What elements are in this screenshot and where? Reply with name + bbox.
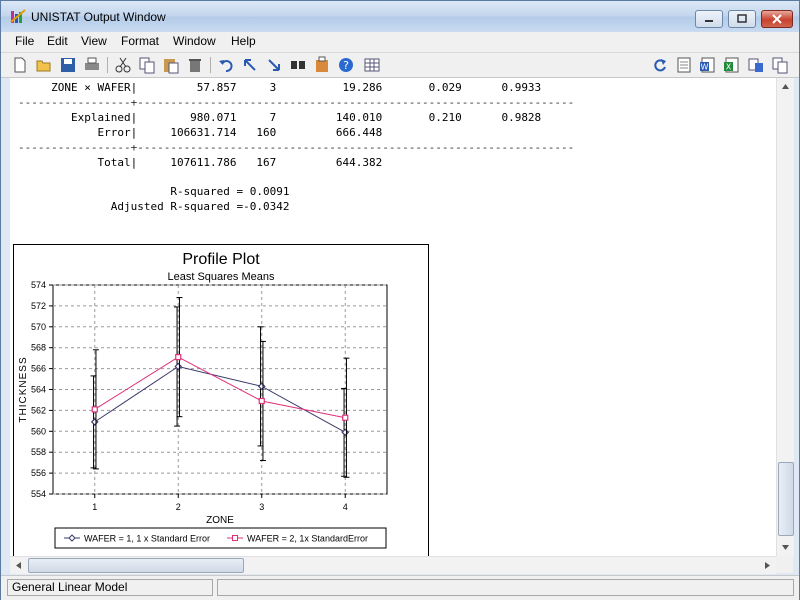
data-point — [91, 406, 98, 413]
scroll-down-icon[interactable] — [777, 539, 794, 556]
export-icon[interactable] — [747, 56, 765, 74]
minimize-icon — [705, 20, 713, 22]
toolbar: ? W X — [1, 53, 799, 78]
data-point — [258, 397, 265, 405]
x-tick-label: 3 — [259, 502, 264, 512]
help-icon[interactable]: ? — [337, 56, 355, 74]
scroll-corner — [776, 556, 793, 573]
r-squared: R-squared = 0.0091 — [18, 185, 290, 198]
chart-subtitle: Least Squares Means — [167, 271, 275, 283]
toolbar-separator — [107, 57, 108, 73]
status-procedure: General Linear Model — [7, 579, 213, 596]
y-tick-label: 562 — [31, 405, 46, 415]
svg-text:W: W — [701, 63, 709, 72]
print-icon[interactable] — [83, 56, 101, 74]
adjusted-r-squared: Adjusted R-squared =-0.0342 — [18, 200, 290, 213]
x-tick-label: 2 — [176, 502, 181, 512]
scroll-right-icon[interactable] — [759, 557, 776, 574]
chart-title: Profile Plot — [182, 251, 260, 268]
x-tick-label: 1 — [92, 502, 97, 512]
output-separator: -----------------+----------------------… — [18, 141, 575, 154]
output-pane[interactable]: ZONE × WAFER| 57.857 3 19.286 0.029 0.99… — [10, 78, 776, 556]
menu-bar: File Edit View Format Window Help — [1, 32, 799, 53]
svg-text:?: ? — [343, 59, 349, 72]
menu-help[interactable]: Help — [231, 34, 256, 48]
y-tick-label: 570 — [31, 322, 46, 332]
status-panel-empty — [217, 579, 794, 596]
output-line-total: Total| 107611.786 167 644.382 — [18, 156, 383, 169]
menu-format[interactable]: Format — [121, 34, 159, 48]
legend-label: WAFER = 2, 1x StandardError — [247, 534, 368, 544]
x-axis-label: ZONE — [206, 515, 234, 526]
word-icon[interactable]: W — [699, 56, 717, 74]
maximize-button[interactable] — [728, 10, 756, 28]
y-tick-label: 574 — [31, 280, 46, 290]
y-tick-label: 558 — [31, 447, 46, 457]
y-tick-label: 566 — [31, 364, 46, 374]
y-axis-label: THICKNESS — [18, 356, 29, 422]
copy-icon[interactable] — [138, 56, 156, 74]
legend-label: WAFER = 1, 1 x Standard Error — [84, 534, 210, 544]
scroll-left-icon[interactable] — [10, 557, 27, 574]
copy-all-icon[interactable] — [771, 56, 789, 74]
profile-plot-svg: Profile Plot Least Squares Means 554 556 558… — [18, 251, 388, 549]
y-tick-label: 568 — [31, 343, 46, 353]
scroll-up-icon[interactable] — [777, 78, 794, 95]
y-tick-label: 554 — [31, 489, 46, 499]
window-title: UNISTAT Output Window — [31, 10, 166, 24]
y-tick-label: 564 — [31, 385, 46, 395]
excel-icon[interactable]: X — [723, 56, 741, 74]
menu-view[interactable]: View — [81, 34, 107, 48]
open-icon[interactable] — [35, 56, 53, 74]
menu-file[interactable]: File — [15, 34, 34, 48]
horizontal-scrollbar[interactable] — [10, 556, 776, 574]
y-tick-label: 556 — [31, 468, 46, 478]
undo-icon[interactable] — [217, 56, 235, 74]
go-top-icon[interactable] — [241, 56, 259, 74]
close-icon — [772, 14, 782, 24]
x-tick-label: 4 — [343, 502, 348, 512]
output-line-explained: Explained| 980.071 7 140.010 0.210 0.982… — [18, 111, 542, 124]
minimize-button[interactable] — [695, 10, 723, 28]
refresh-icon[interactable] — [651, 56, 669, 74]
toolbar-separator — [210, 57, 211, 73]
menu-edit[interactable]: Edit — [47, 34, 68, 48]
properties-icon[interactable] — [313, 56, 331, 74]
paste-icon[interactable] — [162, 56, 180, 74]
delete-icon[interactable] — [186, 56, 204, 74]
cut-icon[interactable] — [114, 56, 132, 74]
svg-text:X: X — [726, 63, 732, 72]
output-window: UNISTAT Output Window File Edit View For… — [0, 0, 800, 600]
output-line-error: Error| 106631.714 160 666.448 — [18, 126, 383, 139]
notepad-icon[interactable] — [675, 56, 693, 74]
close-button[interactable] — [761, 10, 793, 28]
maximize-icon — [737, 14, 747, 23]
data-point — [342, 414, 349, 421]
save-icon[interactable] — [59, 56, 77, 74]
legend-marker — [232, 535, 238, 541]
menu-window[interactable]: Window — [173, 34, 216, 48]
vertical-scroll-thumb[interactable] — [778, 462, 794, 536]
grid-icon[interactable] — [363, 56, 381, 74]
output-line-zone-wafer: ZONE × WAFER| 57.857 3 19.286 0.029 0.99… — [18, 81, 542, 94]
find-icon[interactable] — [289, 56, 307, 74]
horizontal-scroll-thumb[interactable] — [28, 558, 244, 573]
status-bar: General Linear Model — [1, 575, 799, 600]
unistat-app-icon — [10, 9, 26, 23]
data-point — [175, 354, 182, 361]
y-tick-label: 560 — [31, 426, 46, 436]
go-bottom-icon[interactable] — [265, 56, 283, 74]
profile-plot[interactable]: Profile Plot Least Squares Means 554 556 558… — [13, 244, 429, 556]
output-separator: -----------------+----------------------… — [18, 96, 575, 109]
vertical-scrollbar[interactable] — [776, 78, 794, 556]
title-bar[interactable]: UNISTAT Output Window — [1, 1, 799, 32]
new-icon[interactable] — [11, 56, 29, 74]
y-tick-label: 572 — [31, 301, 46, 311]
